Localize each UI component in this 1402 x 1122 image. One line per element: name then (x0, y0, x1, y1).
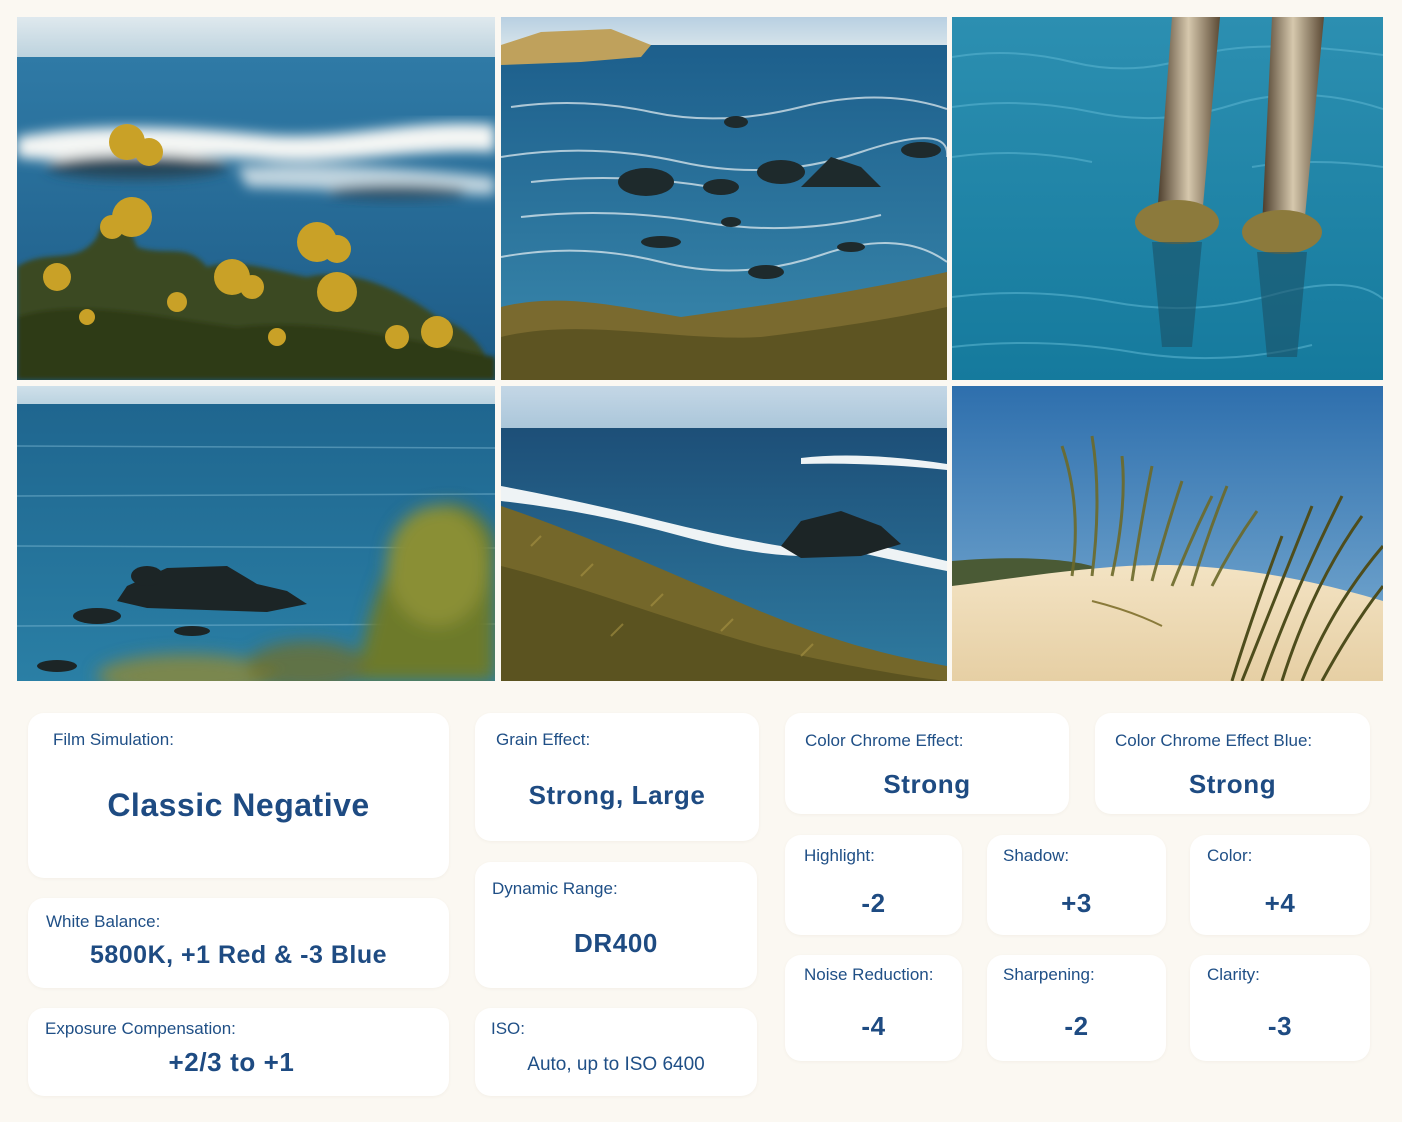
card-clarity: Clarity: -3 (1190, 955, 1370, 1061)
white-balance-value: 5800K, +1 Red & -3 Blue (89, 941, 388, 969)
color-value: +4 (1264, 888, 1296, 918)
photo-rocks-blurred-foreground (17, 386, 495, 681)
clarity-label: Clarity: (1207, 965, 1260, 984)
dynamic-range-label: Dynamic Range: (492, 879, 618, 898)
card-shadow: Shadow: +3 (987, 835, 1166, 935)
noise-reduction-label: Noise Reduction: (804, 965, 934, 984)
clarity-value: -3 (1267, 1011, 1293, 1041)
color-chrome-effect-value: Strong (883, 769, 971, 799)
photo-waves-hillside (501, 386, 947, 681)
grain-effect-value: Strong, Large (528, 780, 706, 810)
white-balance-label: White Balance: (46, 912, 161, 931)
card-color-chrome-effect: Color Chrome Effect: Strong (785, 713, 1069, 814)
card-exposure-compensation: Exposure Compensation: +2/3 to +1 (28, 1008, 449, 1096)
photo-pier-pilings-water (952, 17, 1383, 380)
dynamic-range-value: DR400 (574, 928, 658, 958)
photo-dune-grass (952, 386, 1383, 681)
exposure-compensation-label: Exposure Compensation: (45, 1019, 236, 1038)
card-noise-reduction: Noise Reduction: -4 (785, 955, 962, 1061)
color-chrome-effect-label: Color Chrome Effect: (805, 731, 964, 750)
photo-yellow-flowers-ocean (17, 17, 495, 380)
sharpening-value: -2 (1064, 1011, 1089, 1041)
shadow-value: +3 (1061, 888, 1092, 918)
recipe-page: Film Simulation: Classic Negative White … (0, 0, 1402, 1122)
card-dynamic-range: Dynamic Range: DR400 (475, 862, 757, 988)
film-simulation-label: Film Simulation: (53, 730, 174, 749)
card-iso: ISO: Auto, up to ISO 6400 (475, 1008, 757, 1096)
card-highlight: Highlight: -2 (785, 835, 962, 935)
sharpening-label: Sharpening: (1003, 965, 1095, 984)
card-sharpening: Sharpening: -2 (987, 955, 1166, 1061)
film-simulation-value: Classic Negative (107, 787, 370, 823)
iso-value: Auto, up to ISO 6400 (527, 1054, 705, 1075)
noise-reduction-value: -4 (861, 1011, 886, 1041)
iso-label: ISO: (491, 1019, 526, 1038)
card-white-balance: White Balance: 5800K, +1 Red & -3 Blue (28, 898, 449, 988)
highlight-label: Highlight: (804, 846, 875, 865)
card-film-simulation: Film Simulation: Classic Negative (28, 713, 449, 878)
grain-effect-label: Grain Effect: (496, 730, 591, 749)
card-color-chrome-effect-blue: Color Chrome Effect Blue: Strong (1095, 713, 1370, 814)
color-label: Color: (1207, 846, 1253, 865)
exposure-compensation-value: +2/3 to +1 (168, 1047, 295, 1077)
shadow-label: Shadow: (1003, 846, 1070, 865)
card-grain-effect: Grain Effect: Strong, Large (475, 713, 759, 841)
highlight-value: -2 (861, 888, 886, 918)
color-chrome-effect-blue-label: Color Chrome Effect Blue: (1115, 731, 1313, 750)
photo-rocky-coastline (501, 17, 947, 380)
card-color: Color: +4 (1190, 835, 1370, 935)
color-chrome-effect-blue-value: Strong (1188, 769, 1277, 799)
